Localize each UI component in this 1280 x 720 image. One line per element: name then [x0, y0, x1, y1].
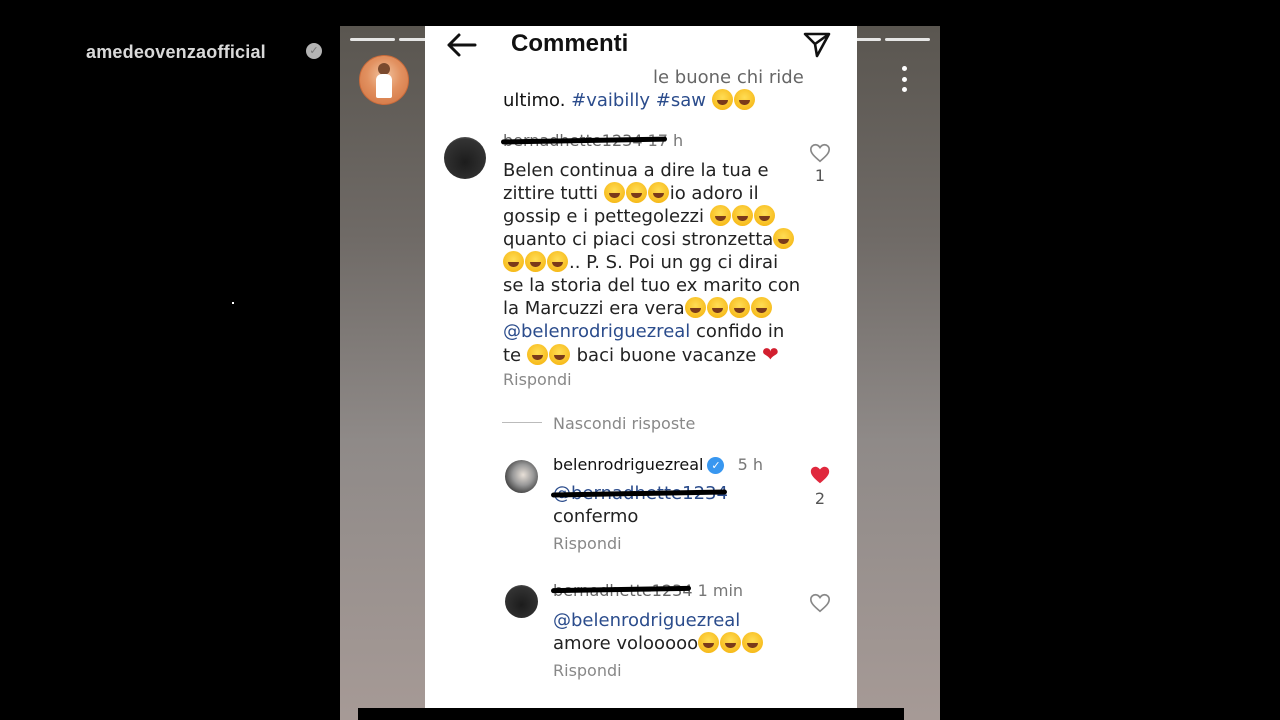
stray-pixel	[232, 302, 234, 304]
caption-text: ultimo.	[503, 90, 566, 111]
reply-username[interactable]: belenrodriguezreal ✓ 5 h	[553, 455, 763, 474]
caption-line: le buone chi ride	[653, 67, 804, 88]
story-username[interactable]: amedeovenzaofficial	[86, 42, 266, 63]
reply-body: @belenrodriguezreal amore volooooo	[553, 609, 764, 655]
reply-button[interactable]: Rispondi	[503, 370, 572, 389]
reply-button[interactable]: Rispondi	[553, 661, 622, 680]
reply-button[interactable]: Rispondi	[553, 534, 622, 553]
bottom-caption-bar	[358, 708, 904, 720]
avatar[interactable]	[444, 137, 486, 179]
divider	[502, 422, 542, 423]
story-avatar[interactable]	[359, 55, 409, 105]
comments-header: Commenti	[425, 26, 857, 66]
page-title: Commenti	[511, 30, 629, 57]
liked-heart-icon[interactable]	[809, 464, 831, 486]
like-count: 2	[814, 489, 826, 508]
mention-link[interactable]: @belenrodriguezreal	[503, 321, 690, 342]
story-verified-icon: ✓	[306, 43, 322, 59]
hide-replies-button[interactable]: Nascondi risposte	[553, 414, 695, 433]
like-count: 1	[814, 166, 826, 185]
hashtag-link[interactable]: #vaibilly	[571, 90, 650, 111]
post-caption: le buone chi ride ultimo. #vaibilly #saw	[503, 66, 804, 112]
comments-screenshot: Commenti le buone chi ride ultimo. #vaib…	[425, 26, 857, 710]
avatar[interactable]	[505, 460, 538, 493]
verified-badge-icon: ✓	[707, 457, 725, 474]
hashtag-link[interactable]: #saw	[656, 90, 706, 111]
comment-body: Belen continua a dire la tua e zittire t…	[503, 160, 801, 366]
emoji-icon	[711, 89, 733, 110]
back-arrow-icon[interactable]	[441, 30, 481, 60]
emoji-icon	[733, 89, 755, 110]
avatar[interactable]	[505, 585, 538, 618]
like-heart-icon[interactable]	[809, 592, 831, 614]
more-options-icon[interactable]	[896, 66, 912, 92]
share-icon[interactable]	[801, 28, 833, 60]
like-heart-icon[interactable]	[809, 142, 831, 164]
